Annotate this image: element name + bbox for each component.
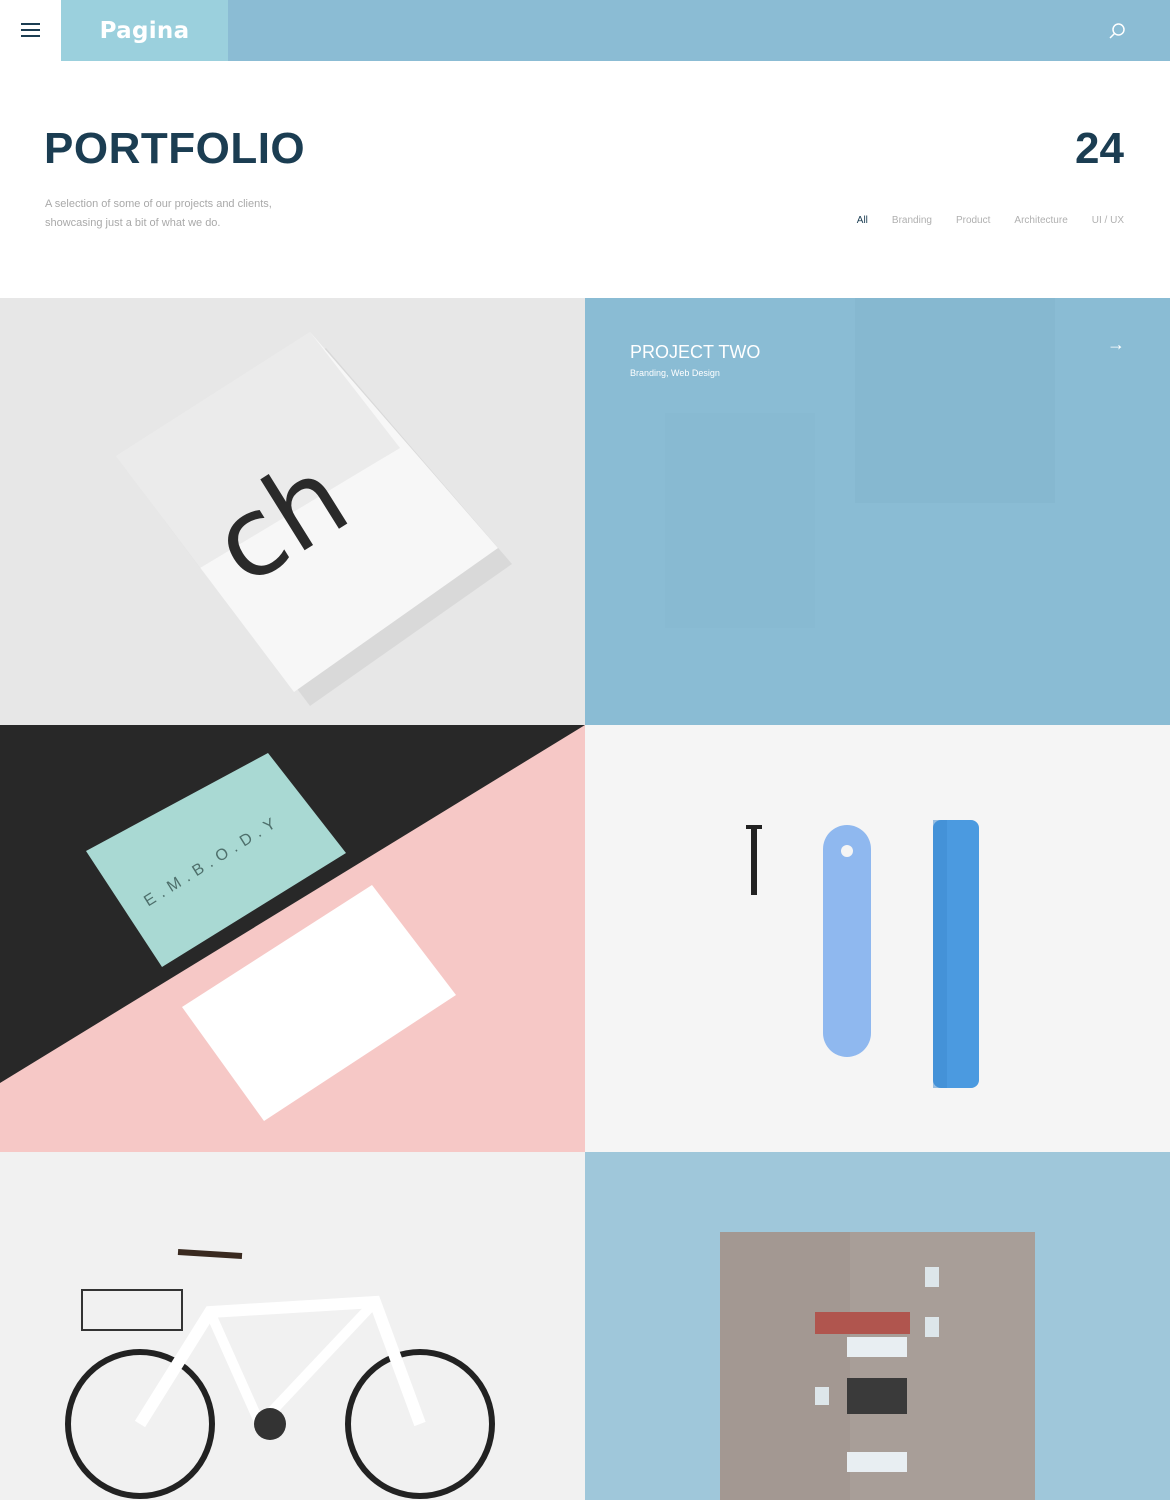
letterhead-image: ch — [116, 332, 512, 706]
filter-architecture[interactable]: Architecture — [1014, 215, 1067, 226]
project-tile-6[interactable] — [585, 1152, 1170, 1500]
business-cards-image: E.M.B.O.D.Y — [0, 725, 585, 1121]
project-tile-2[interactable]: PROJECT TWO Branding, Web Design → — [585, 298, 1170, 725]
page-description: A selection of some of our projects and … — [45, 198, 272, 229]
project-tile-1[interactable]: ch — [0, 298, 585, 725]
arrow-right-icon[interactable]: → — [1107, 334, 1125, 355]
filter-ui-ux[interactable]: UI / UX — [1092, 215, 1124, 226]
project-categories: Branding, Web Design — [630, 368, 720, 378]
project-count: 24 — [1075, 124, 1124, 173]
logo[interactable]: Pagina — [61, 0, 228, 61]
filter-nav: All Branding Product Architecture UI / U… — [857, 215, 1124, 226]
hamburger-icon[interactable] — [0, 0, 61, 61]
building-image — [720, 1232, 1035, 1500]
project-tile-5[interactable] — [0, 1152, 585, 1500]
filter-all[interactable]: All — [857, 215, 868, 226]
bicycle-image — [65, 1249, 495, 1499]
filter-product[interactable]: Product — [956, 215, 990, 226]
project-title[interactable]: PROJECT TWO — [630, 342, 760, 363]
project-tile-4[interactable] — [585, 725, 1170, 1152]
filter-branding[interactable]: Branding — [892, 215, 932, 226]
page-title: PORTFOLIO — [44, 124, 306, 173]
product-image — [746, 820, 979, 1088]
header: Pagina — [0, 0, 1170, 61]
project-tile-3[interactable]: E.M.B.O.D.Y — [0, 725, 585, 1152]
search-icon[interactable] — [1108, 22, 1126, 40]
